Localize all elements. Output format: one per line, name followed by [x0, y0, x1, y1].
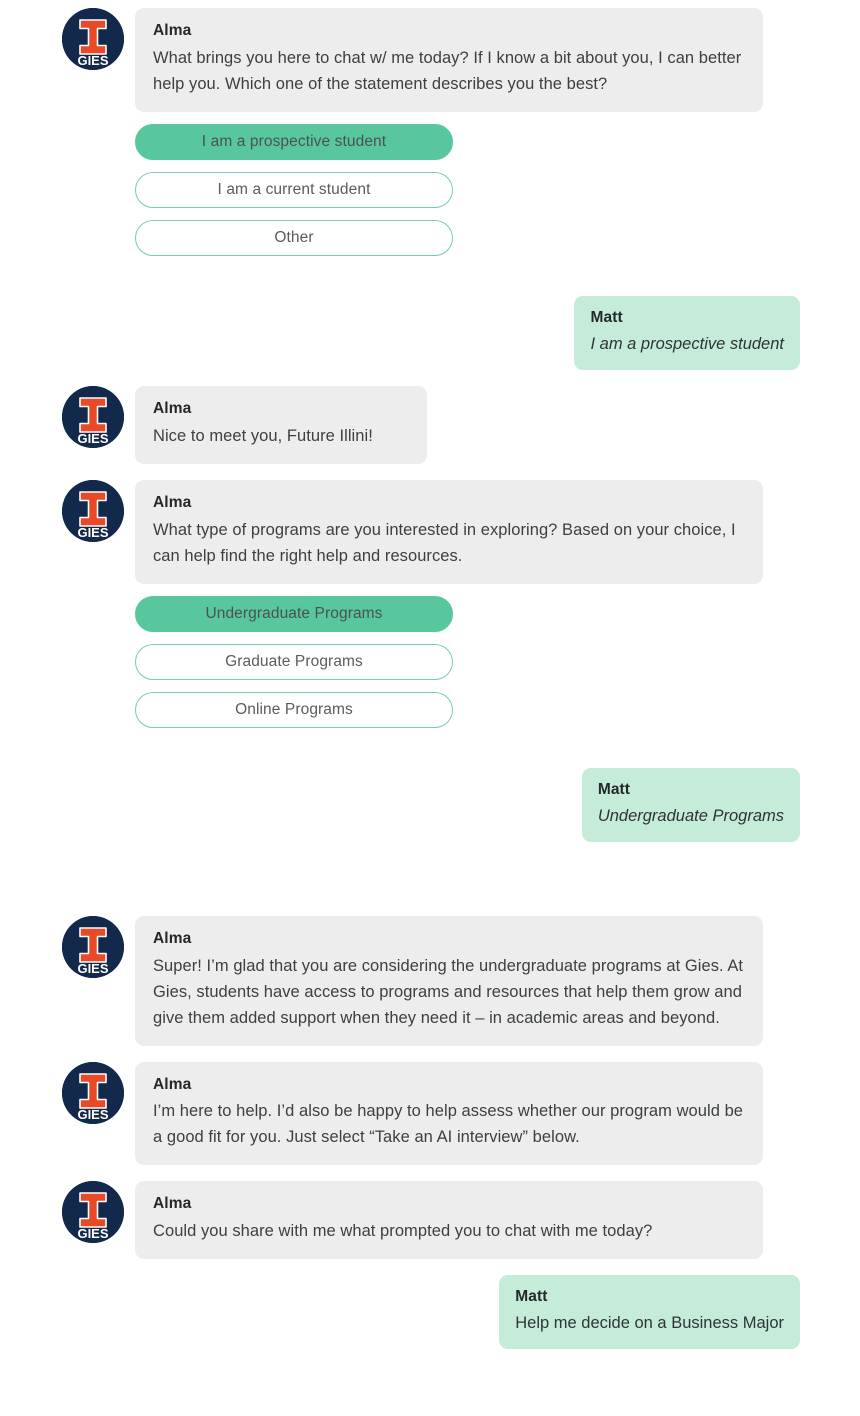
bot-message-bubble: Alma I’m here to help. I’d also be happy… — [135, 1061, 763, 1166]
user-sender-name: Matt — [515, 1288, 548, 1306]
bot-sender-name: Alma — [153, 1195, 192, 1213]
bot-message-text: Nice to meet you, Future Illini! — [153, 426, 373, 445]
bot-message-text: Could you share with me what prompted yo… — [153, 1222, 653, 1241]
user-sender-name: Matt — [597, 780, 631, 798]
svg-text:GIES: GIES — [77, 53, 108, 68]
user-message-text: Help me decide on a Business Major — [515, 1314, 784, 1333]
option-button-prospective-student[interactable]: I am a prospective student — [135, 123, 453, 160]
bot-sender-name: Alma — [153, 929, 192, 947]
bot-sender-name: Alma — [153, 1075, 192, 1093]
option-label: I am a prospective student — [201, 132, 387, 150]
user-message-text: Undergraduate Programs — [597, 806, 784, 825]
bot-sender-name: Alma — [153, 493, 192, 511]
user-message-bubble: Matt Help me decide on a Business Major — [499, 1275, 800, 1350]
bot-message-bubble: Alma Could you share with me what prompt… — [135, 1181, 763, 1260]
svg-text:GIES: GIES — [77, 1107, 108, 1122]
gies-illinois-logo-icon: GIES — [62, 385, 124, 448]
bot-message-text: I’m here to help. I’d also be happy to h… — [153, 1102, 744, 1147]
bot-sender-name: Alma — [153, 22, 192, 39]
option-group-student-type: I am a prospective student I am a curren… — [0, 123, 860, 256]
user-message-row: Matt I am a prospective student — [0, 295, 860, 370]
bot-message-row: GIES Alma What brings you here to chat w… — [0, 8, 860, 112]
user-message-text: I am a prospective student — [590, 334, 784, 353]
svg-text:GIES: GIES — [77, 1226, 108, 1241]
option-label: Undergraduate Programs — [205, 604, 383, 622]
gies-illinois-logo-icon: GIES — [62, 8, 124, 70]
bot-message-bubble: Alma What type of programs are you inter… — [135, 479, 763, 584]
option-label: Graduate Programs — [225, 652, 363, 670]
option-button-current-student[interactable]: I am a current student — [135, 171, 453, 208]
user-message-bubble: Matt I am a prospective student — [574, 295, 800, 370]
option-button-graduate-programs[interactable]: Graduate Programs — [135, 643, 453, 680]
option-button-online-programs[interactable]: Online Programs — [135, 691, 453, 728]
bot-message-bubble: Alma Super! I’m glad that you are consid… — [135, 915, 763, 1046]
bot-sender-name: Alma — [153, 399, 192, 417]
option-label: Other — [274, 228, 314, 246]
user-sender-name: Matt — [590, 308, 623, 326]
option-label: Online Programs — [235, 700, 353, 718]
user-message-row: Matt Undergraduate Programs — [0, 767, 860, 842]
bot-message-bubble: Alma What brings you here to chat w/ me … — [135, 8, 763, 112]
option-group-program-type: Undergraduate Programs Graduate Programs… — [0, 595, 860, 728]
svg-text:GIES: GIES — [77, 431, 108, 446]
svg-text:GIES: GIES — [77, 525, 108, 540]
user-message-bubble: Matt Undergraduate Programs — [581, 767, 800, 842]
option-button-undergraduate-programs[interactable]: Undergraduate Programs — [135, 595, 453, 632]
bot-message-row: GIES Alma Could you share with me what p… — [0, 1181, 860, 1260]
gies-illinois-logo-icon: GIES — [62, 1181, 124, 1244]
svg-text:GIES: GIES — [77, 961, 108, 976]
user-message-row: Matt Help me decide on a Business Major — [0, 1275, 860, 1350]
option-button-other[interactable]: Other — [135, 219, 453, 256]
gies-illinois-logo-icon: GIES — [62, 1061, 124, 1124]
bot-message-row: GIES Alma What type of programs are you … — [0, 479, 860, 584]
bot-message-row: GIES Alma Super! I’m glad that you are c… — [0, 915, 860, 1046]
chat-transcript: GIES Alma What brings you here to chat w… — [0, 0, 860, 1416]
bot-message-text: What type of programs are you interested… — [153, 520, 736, 565]
gies-illinois-logo-icon: GIES — [62, 915, 124, 978]
bot-message-row: GIES Alma I’m here to help. I’d also be … — [0, 1061, 860, 1166]
gies-illinois-logo-icon: GIES — [62, 479, 124, 542]
bot-message-row: GIES Alma Nice to meet you, Future Illin… — [0, 385, 860, 464]
option-label: I am a current student — [217, 180, 371, 198]
bot-message-text: Super! I’m glad that you are considering… — [153, 956, 744, 1027]
bot-message-bubble: Alma Nice to meet you, Future Illini! — [135, 385, 427, 464]
bot-message-text: What brings you here to chat w/ me today… — [153, 48, 742, 93]
